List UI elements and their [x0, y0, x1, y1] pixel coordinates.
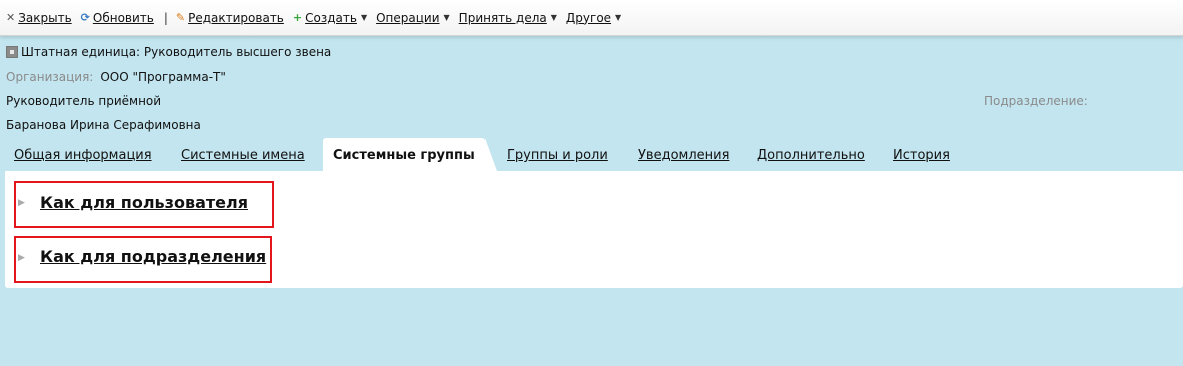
caret-down-icon: ▼: [360, 13, 368, 22]
pencil-icon: ✎: [175, 11, 186, 24]
person-name: Баранова Ирина Серафимовна: [6, 118, 201, 132]
caret-down-icon: ▼: [443, 13, 450, 22]
plus-icon: +: [292, 11, 303, 24]
toolbar: ✕ Закрыть ⟳ Обновить | ✎ Редактировать +…: [0, 0, 1183, 36]
close-button[interactable]: ✕ Закрыть: [6, 11, 72, 25]
caret-down-icon: ▼: [615, 13, 622, 22]
tab-history[interactable]: История: [893, 148, 950, 163]
tab-groups-and-roles[interactable]: Группы и роли: [507, 148, 608, 163]
create-label: Создать: [305, 10, 357, 25]
department-label: Подразделение:: [984, 94, 1088, 108]
toolbar-separator: |: [163, 10, 168, 25]
page-title-text: Штатная единица: Руководитель высшего зв…: [21, 45, 332, 59]
system-groups-panel: ▶ Как для пользователя ▶ Как для подразд…: [5, 171, 1183, 288]
other-menu-button[interactable]: Другое ▼: [566, 11, 621, 25]
operations-label: Операции: [376, 10, 440, 25]
group-as-user[interactable]: ▶ Как для пользователя: [14, 181, 274, 228]
organization-row: Организация: ООО "Программа-Т": [6, 70, 226, 84]
tab-bar: Общая информация Системные имена Системн…: [0, 138, 1183, 171]
staff-unit-icon: [6, 46, 18, 58]
expand-triangle-icon: ▶: [18, 253, 25, 263]
tab-system-groups[interactable]: Системные группы: [323, 138, 497, 171]
tab-notifications[interactable]: Уведомления: [638, 148, 729, 163]
create-menu-button[interactable]: + Создать ▼: [293, 11, 367, 25]
close-icon: ✕: [6, 11, 16, 24]
position-name: Руководитель приёмной: [6, 94, 162, 108]
group-as-user-label[interactable]: Как для пользователя: [40, 193, 248, 212]
accept-duties-label: Принять дела: [458, 10, 547, 25]
edit-label: Редактировать: [188, 10, 284, 25]
refresh-label: Обновить: [92, 10, 154, 25]
tab-system-names[interactable]: Системные имена: [181, 148, 305, 163]
other-label: Другое: [565, 10, 612, 25]
organization-label: Организация:: [6, 70, 94, 84]
close-label: Закрыть: [18, 10, 72, 25]
organization-value: ООО "Программа-Т": [100, 70, 226, 84]
caret-down-icon: ▼: [550, 13, 557, 22]
expand-triangle-icon: ▶: [18, 198, 25, 208]
page-title: Штатная единица: Руководитель высшего зв…: [6, 45, 331, 59]
refresh-icon: ⟳: [80, 11, 90, 24]
operations-menu-button[interactable]: Операции ▼: [376, 11, 450, 25]
group-as-department[interactable]: ▶ Как для подразделения: [14, 236, 272, 283]
tab-additional[interactable]: Дополнительно: [757, 148, 865, 163]
accept-duties-menu-button[interactable]: Принять дела ▼: [459, 11, 557, 25]
refresh-button[interactable]: ⟳ Обновить: [81, 11, 154, 25]
tab-general-info[interactable]: Общая информация: [14, 148, 152, 163]
edit-button[interactable]: ✎ Редактировать: [176, 11, 284, 25]
group-as-department-label[interactable]: Как для подразделения: [40, 247, 266, 266]
